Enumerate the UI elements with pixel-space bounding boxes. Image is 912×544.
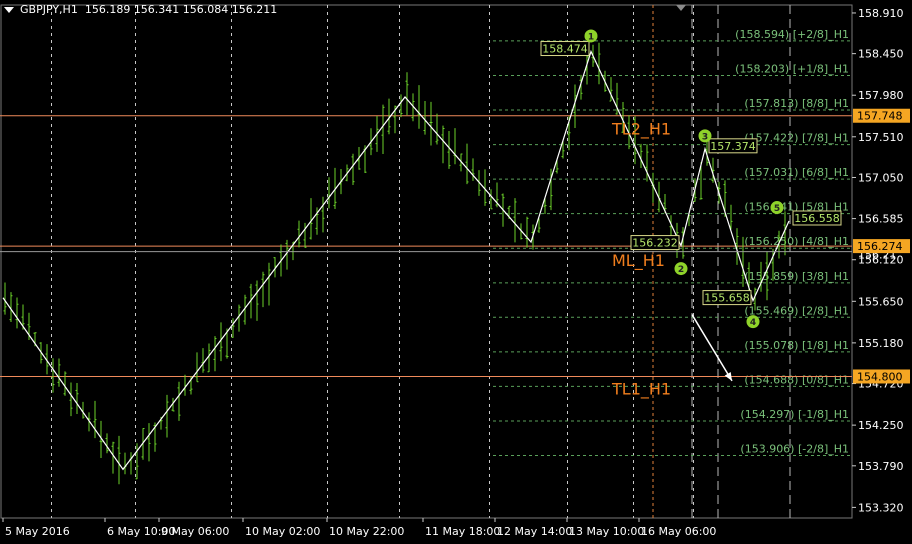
symbol-label: GBPJPY,H1 <box>20 3 78 16</box>
y-axis-tick-label: 157.510 <box>858 131 904 144</box>
trendline-name-label: TL2_H1 <box>611 120 671 140</box>
y-axis-tick-label: 158.910 <box>858 7 904 20</box>
price-badge-text: 157.748 <box>857 110 903 123</box>
murrey-level-label: (155.078) [1/8]_H1 <box>744 339 849 352</box>
trendline-name-label: ML_H1 <box>612 251 665 271</box>
y-axis-tick-label: 154.250 <box>858 419 904 432</box>
wave-point-number: 2 <box>678 265 684 275</box>
y-axis-tick-label: 153.320 <box>858 501 904 514</box>
price-badge-text: 156.274 <box>857 240 903 253</box>
shift-marker-icon <box>676 5 686 11</box>
murrey-level-label: (155.469) [2/8]_H1 <box>744 304 849 317</box>
price-label-text: 156.232 <box>632 237 678 250</box>
x-axis-tick-label: 10 May 02:00 <box>245 525 320 538</box>
wave-point-number: 4 <box>750 318 756 328</box>
plot-frame <box>0 4 853 519</box>
wave-point-number: 1 <box>588 32 594 42</box>
x-axis-tick-label: 12 May 14:00 <box>497 525 572 538</box>
murrey-level-label: (157.813) [8/8]_H1 <box>744 97 849 110</box>
murrey-level-label: (153.906) [-2/8]_H1 <box>740 443 849 456</box>
x-axis-tick-label: 9 May 06:00 <box>161 525 229 538</box>
y-axis-tick-label: 158.450 <box>858 48 904 61</box>
price-label-text: 155.658 <box>704 292 750 305</box>
wave-point-number: 3 <box>702 132 708 142</box>
symbol-header: GBPJPY,H1 156.189 156.341 156.084 156.21… <box>4 3 277 16</box>
y-axis-tick-label: 156.585 <box>858 213 904 226</box>
zigzag-line <box>2 49 790 471</box>
y-axis-tick-label: 155.650 <box>858 295 904 308</box>
chart-window[interactable]: (158.594) [+2/8]_H1 (158.203) [+1/8]_H1 (1… <box>0 0 912 544</box>
candles-group <box>3 42 787 485</box>
murrey-level-label: (157.031) [6/8]_H1 <box>744 166 849 179</box>
murrey-level-label: (158.203) [+1/8]_H1 <box>735 62 849 75</box>
dropdown-triangle-icon[interactable] <box>4 7 14 13</box>
y-axis-tick-label: 155.180 <box>858 337 904 350</box>
y-axis-tick-label: 157.050 <box>858 171 904 184</box>
x-axis-tick-label: 11 May 18:00 <box>425 525 500 538</box>
x-axis-tick-label: 5 May 2016 <box>5 525 70 538</box>
murrey-level-label: (154.297) [-1/8]_H1 <box>740 408 849 421</box>
murrey-level-label: (154.688) [0/8]_H1 <box>744 373 849 386</box>
trendline-name-label: TL1_H1 <box>611 379 671 399</box>
price-chart[interactable]: (158.594) [+2/8]_H1 (158.203) [+1/8]_H1 (1… <box>0 0 912 544</box>
murrey-level-label: (157.422) [7/8]_H1 <box>744 132 849 145</box>
murrey-level-label: (158.594) [+2/8]_H1 <box>735 28 849 41</box>
y-axis-tick-label: 157.980 <box>858 89 904 102</box>
murrey-level-label: (155.859) [3/8]_H1 <box>744 270 849 283</box>
ohlc-values: 156.189 156.341 156.084 156.211 <box>84 3 278 16</box>
price-label-text: 157.374 <box>710 140 756 153</box>
x-axis-tick-label: 10 May 22:00 <box>329 525 404 538</box>
x-axis-tick-label: 13 May 10:00 <box>569 525 644 538</box>
price-label-text: 158.474 <box>542 43 588 56</box>
y-axis-tick-label: 153.790 <box>858 460 904 473</box>
wave-point-number: 5 <box>774 204 780 214</box>
x-axis-tick-label: 16 May 06:00 <box>641 525 716 538</box>
price-label-text: 156.558 <box>794 212 840 225</box>
price-badge-text: 154.800 <box>857 370 903 383</box>
forecast-arrow-shaft <box>691 314 733 382</box>
